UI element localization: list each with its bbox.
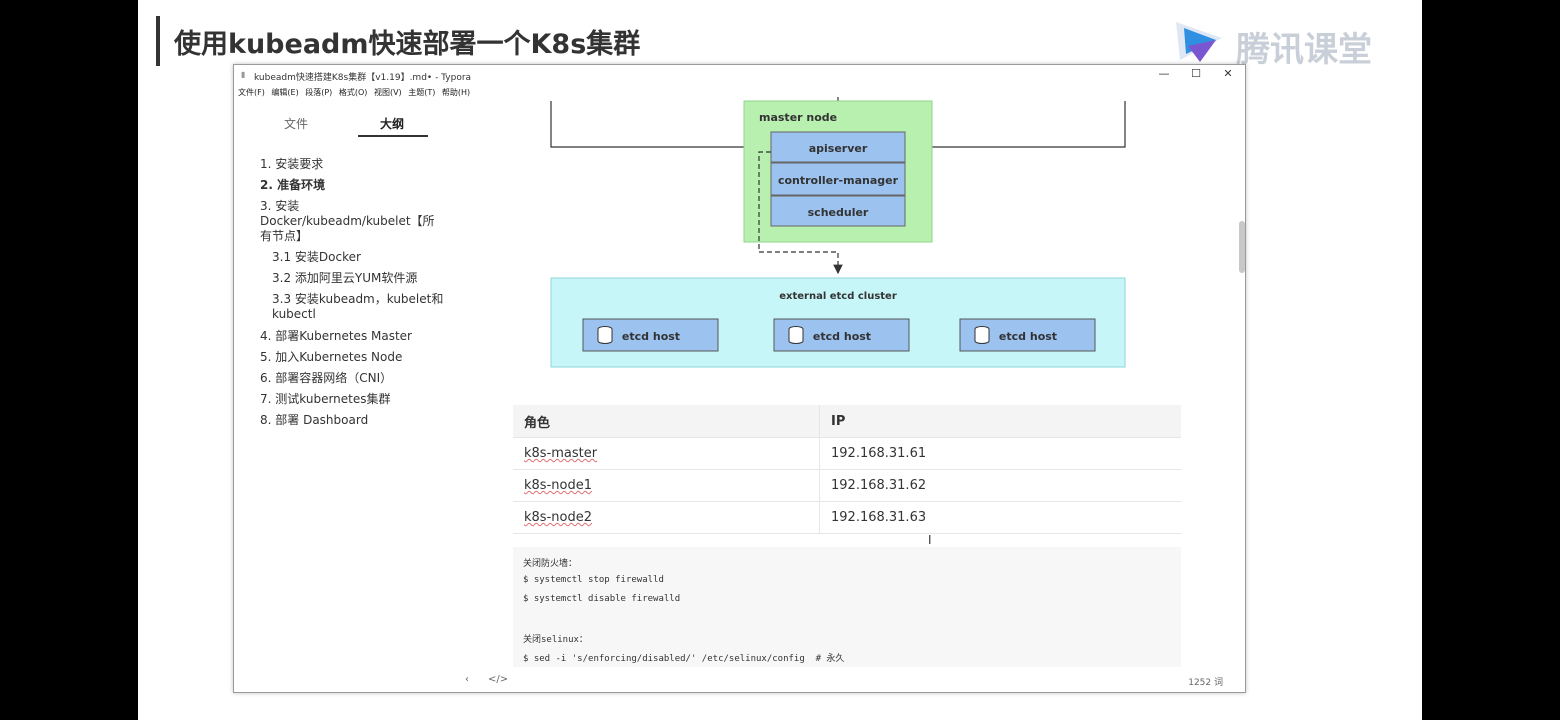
etcd-cluster-label: external etcd cluster	[779, 291, 897, 302]
menu-paragraph[interactable]: 段落(P)	[305, 87, 332, 98]
scheduler-label: scheduler	[808, 206, 869, 219]
role-cell[interactable]: k8s-master	[524, 446, 597, 461]
table-row: k8s-node1 192.168.31.62	[513, 469, 1181, 502]
typora-window: ▮ kubeadm快速搭建K8s集群【v1.19】.md• - Typora —…	[233, 64, 1246, 693]
menu-help[interactable]: 帮助(H)	[442, 87, 470, 98]
text-cursor-icon: I	[928, 533, 932, 547]
left-connector-line	[550, 101, 768, 152]
menu-format[interactable]: 格式(O)	[339, 87, 368, 98]
menu-bar: 文件(F) 编辑(E) 段落(P) 格式(O) 视图(V) 主题(T) 帮助(H…	[234, 87, 470, 101]
role-cell[interactable]: k8s-node2	[524, 510, 592, 525]
outline-item[interactable]: 7. 测试kubernetes集群	[260, 392, 391, 407]
header-role: 角色	[513, 405, 820, 438]
outline-item[interactable]: 3.1 安装Docker	[272, 250, 361, 265]
slide-title-bar	[156, 16, 160, 66]
outline-item[interactable]: 3.2 添加阿里云YUM软件源	[272, 271, 417, 286]
code-line: 关闭selinux：	[523, 635, 588, 645]
play-triangle-icon	[1176, 22, 1222, 62]
window-title: kubeadm快速搭建K8s集群【v1.19】.md• - Typora	[254, 73, 472, 83]
source-code-toggle-icon[interactable]: </>	[488, 674, 508, 685]
etcd-host-label: etcd host	[999, 330, 1057, 343]
tab-outline[interactable]: 大纲	[380, 115, 404, 132]
chevron-left-icon[interactable]: ‹	[465, 674, 469, 685]
right-connector-line	[907, 101, 1126, 152]
ip-cell[interactable]: 192.168.31.63	[819, 501, 1181, 534]
outline-item[interactable]: 5. 加入Kubernetes Node	[260, 350, 402, 365]
code-line: 关闭防火墙：	[523, 559, 578, 569]
window-titlebar[interactable]: ▮ kubeadm快速搭建K8s集群【v1.19】.md• - Typora —…	[234, 65, 1245, 85]
etcd-host-box: etcd host	[773, 318, 910, 352]
etcd-host-label: etcd host	[813, 330, 871, 343]
roles-table: 角色 IP k8s-master 192.168.31.61 k8s-node1…	[513, 405, 1181, 534]
slide-title: 使用kubeadm快速部署一个K8s集群	[174, 29, 641, 60]
code-line: $ systemctl stop firewalld	[523, 575, 664, 585]
scrollbar-thumb[interactable]	[1239, 221, 1245, 273]
outline-item[interactable]: 1. 安装要求	[260, 157, 323, 172]
outline-item[interactable]: 3. 安装Docker/kubeadm/kubelet【所有节点】	[260, 199, 436, 244]
role-cell[interactable]: k8s-node1	[524, 478, 592, 493]
code-block[interactable]: 关闭防火墙： $ systemctl stop firewalld $ syst…	[513, 547, 1181, 667]
code-line: $ systemctl disable firewalld	[523, 594, 681, 604]
etcd-host-label: etcd host	[622, 330, 680, 343]
ip-cell[interactable]: 192.168.31.62	[819, 469, 1181, 502]
menu-file[interactable]: 文件(F)	[238, 87, 265, 98]
controller-manager-label: controller-manager	[778, 174, 899, 187]
outline-item[interactable]: 6. 部署容器网络（CNI）	[260, 371, 392, 386]
etcd-host-box: etcd host	[582, 318, 719, 352]
typora-app-icon: ▮	[241, 70, 246, 79]
table-header-row: 角色 IP	[513, 405, 1181, 438]
status-bar: ‹ </> 1252 词	[234, 670, 1245, 692]
sidebar: 文件 大纲 1. 安装要求 2. 准备环境 3. 安装Docker/kubead…	[234, 105, 484, 685]
logo-text: 腾讯课堂	[1236, 30, 1372, 70]
tab-files[interactable]: 文件	[284, 115, 308, 132]
apiserver-label: apiserver	[809, 142, 868, 155]
menu-edit[interactable]: 编辑(E)	[271, 87, 298, 98]
tencent-classroom-logo: 腾讯课堂	[1170, 16, 1380, 70]
maximize-button[interactable]: ☐	[1186, 67, 1206, 80]
menu-theme[interactable]: 主题(T)	[408, 87, 435, 98]
outline-item[interactable]: 8. 部署 Dashboard	[260, 413, 368, 428]
active-tab-indicator	[358, 135, 428, 137]
etcd-host-box: etcd host	[959, 318, 1096, 352]
ip-cell[interactable]: 192.168.31.61	[819, 437, 1181, 470]
table-row: k8s-node2 192.168.31.63	[513, 501, 1181, 534]
minimize-button[interactable]: —	[1154, 67, 1174, 80]
table-row: k8s-master 192.168.31.61	[513, 437, 1181, 470]
master-node-label: master node	[759, 111, 837, 124]
word-count[interactable]: 1252 词	[1188, 675, 1223, 688]
menu-view[interactable]: 视图(V)	[374, 87, 402, 98]
outline-item[interactable]: 2. 准备环境	[260, 178, 325, 193]
architecture-diagram: master node apiserver controller-manager…	[550, 97, 1126, 368]
code-line: $ sed -i 's/enforcing/disabled/' /etc/se…	[523, 654, 845, 664]
close-button[interactable]: ✕	[1218, 67, 1238, 80]
header-ip: IP	[819, 405, 1181, 438]
vertical-scrollbar[interactable]	[1238, 101, 1245, 671]
outline-item[interactable]: 4. 部署Kubernetes Master	[260, 329, 412, 344]
outline-item[interactable]: 3.3 安装kubeadm，kubelet和kubectl	[272, 292, 444, 322]
